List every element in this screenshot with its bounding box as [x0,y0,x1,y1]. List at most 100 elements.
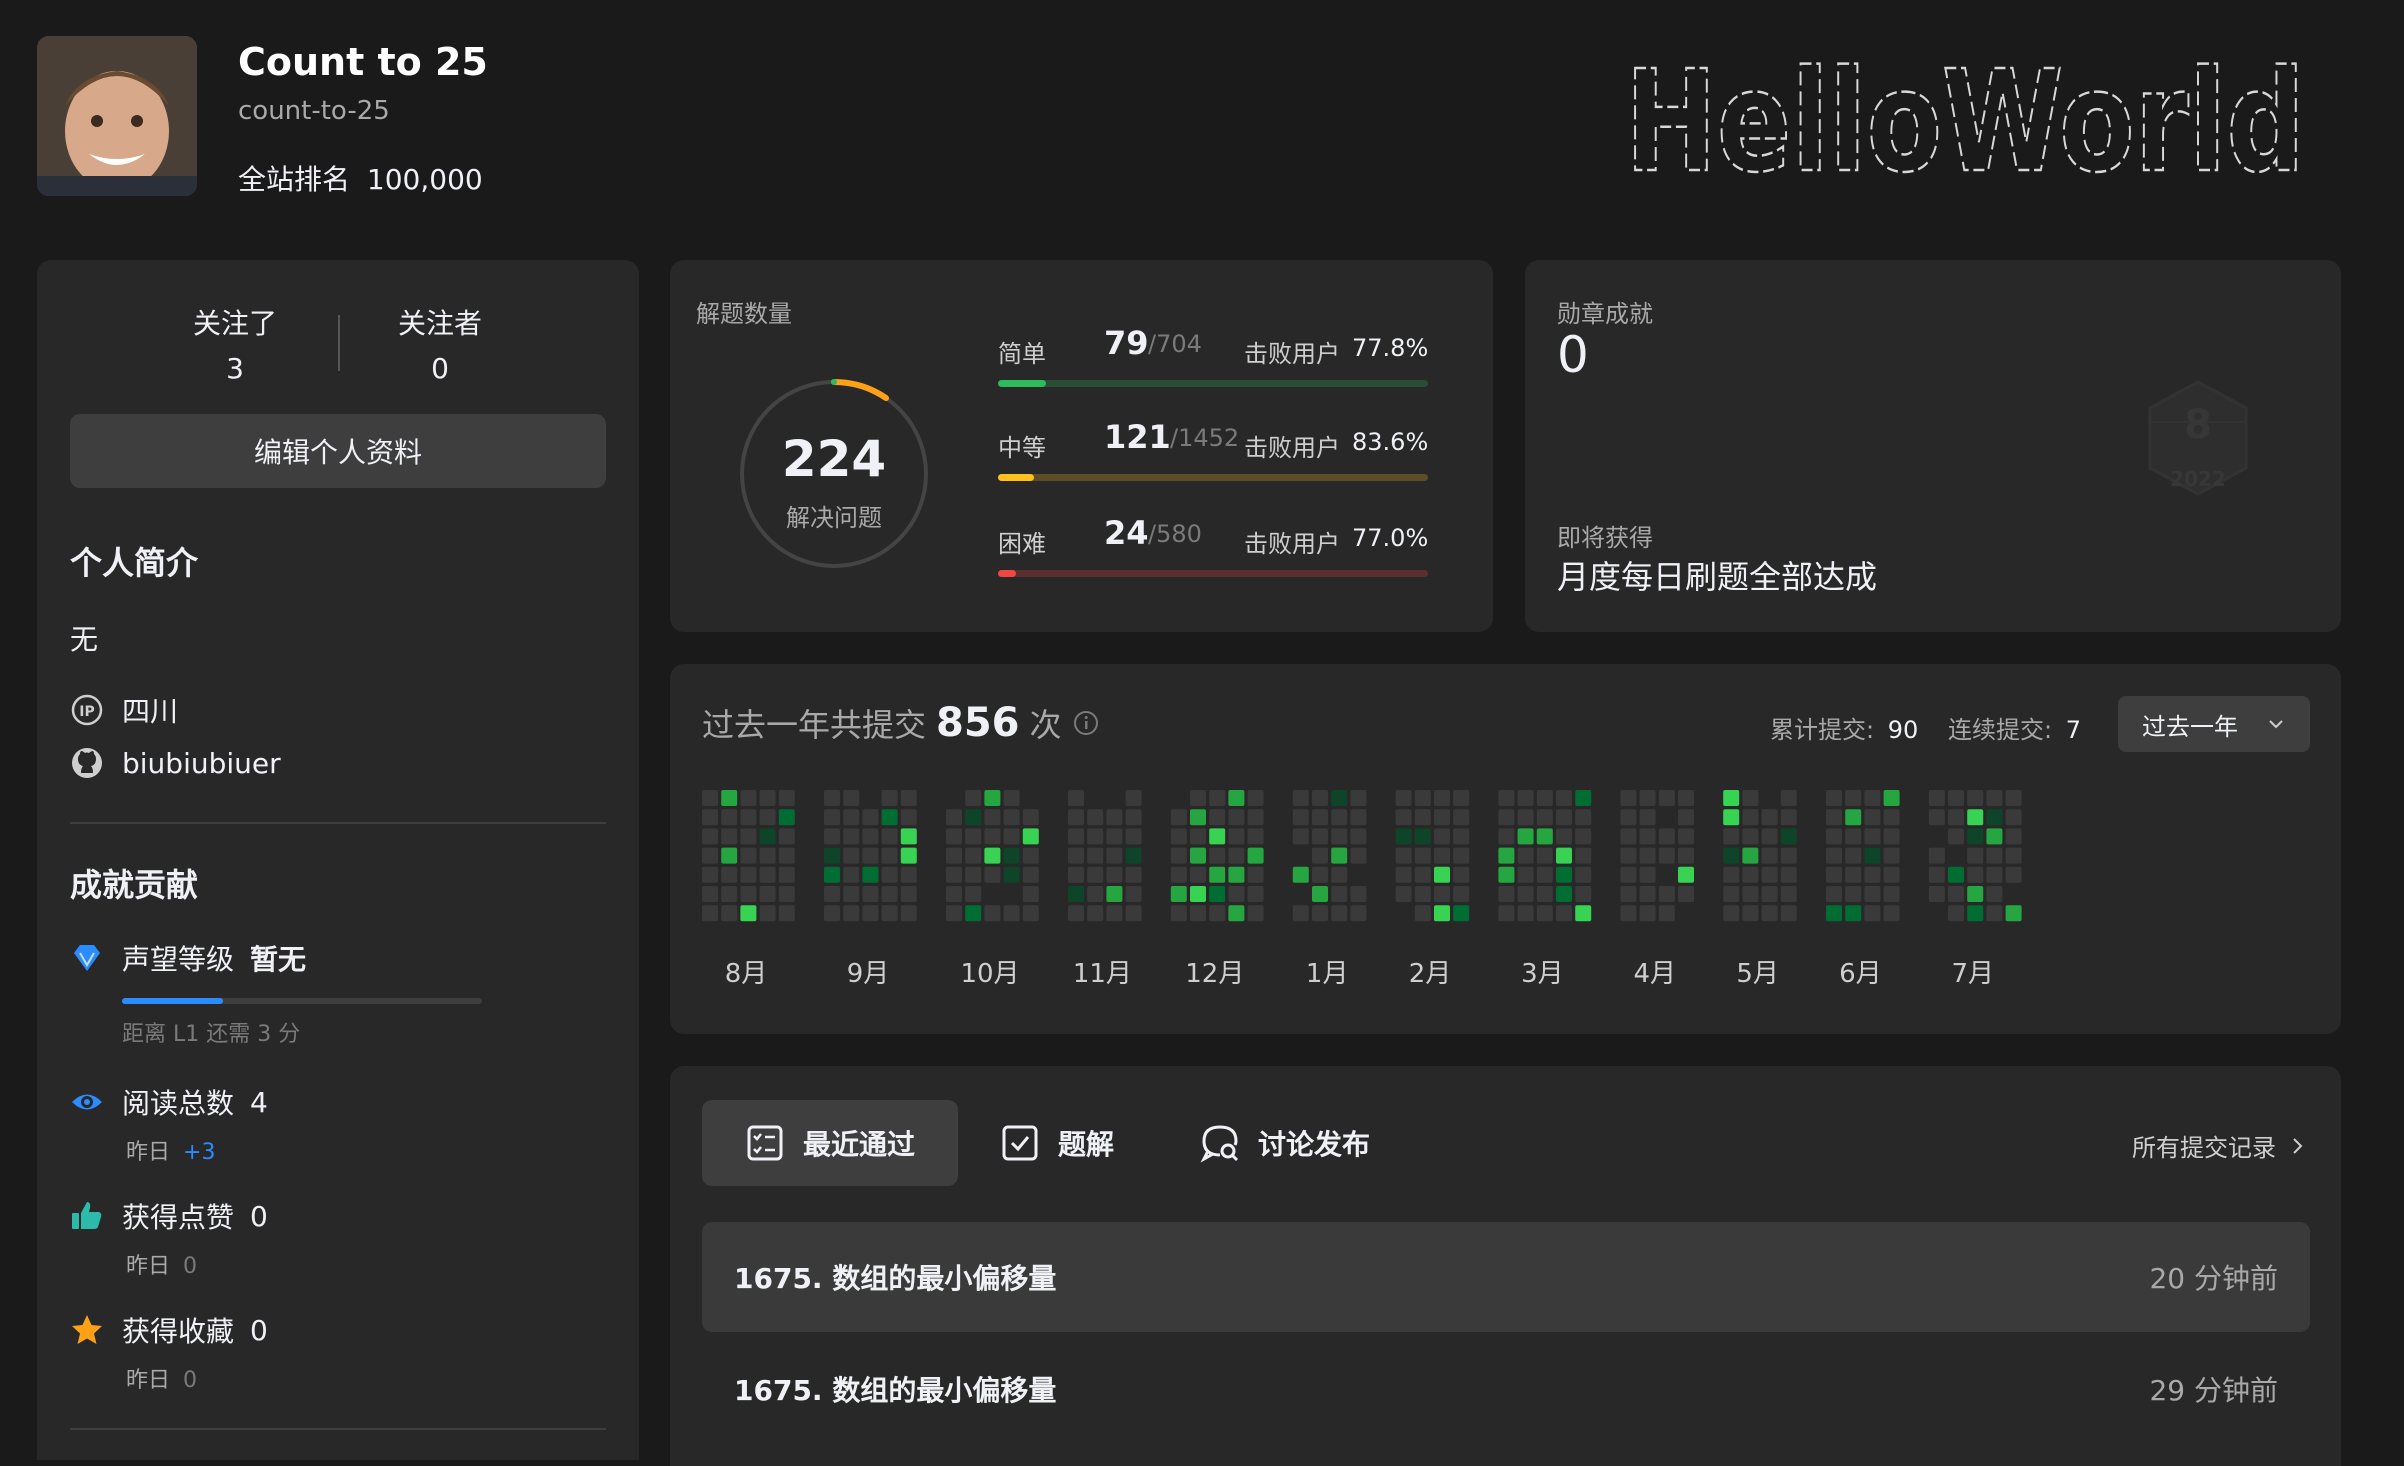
heatmap-cell[interactable] [1761,886,1778,902]
heatmap-cell[interactable] [1453,866,1470,883]
heatmap-cell[interactable] [862,828,879,845]
heatmap-cell[interactable] [1864,847,1881,864]
heatmap-cell[interactable] [1190,828,1206,845]
heatmap-cell[interactable] [1845,847,1862,864]
heatmap-cell[interactable] [1575,905,1592,922]
heatmap-cell[interactable] [1967,828,1984,845]
heatmap-cell[interactable] [778,886,795,902]
heatmap-cell[interactable] [1003,828,1020,845]
heatmap-cell[interactable] [965,866,982,883]
heatmap-cell[interactable] [1620,847,1637,864]
heatmap-cell[interactable] [862,886,879,902]
heatmap-cell[interactable] [740,847,757,864]
heatmap-cell[interactable] [1883,847,1900,864]
heatmap-cell[interactable] [1170,866,1187,883]
heatmap-cell[interactable] [2005,866,2022,883]
heatmap-cell[interactable] [1948,828,1964,845]
heatmap-cell[interactable] [1068,809,1084,826]
heatmap-cell[interactable] [1453,886,1470,902]
heatmap-cell[interactable] [1678,809,1694,826]
heatmap-cell[interactable] [1434,828,1450,845]
recent-row[interactable]: 1675. 数组的最小偏移量 20 分钟前 [702,1222,2310,1332]
heatmap-cell[interactable] [1106,866,1123,883]
heatmap-cell[interactable] [1536,828,1553,845]
heatmap-cell[interactable] [843,847,860,864]
heatmap-cell[interactable] [1620,866,1637,883]
heatmap-cell[interactable] [1312,886,1328,902]
heatmap-cell[interactable] [1517,905,1534,922]
heatmap-cell[interactable] [1350,790,1367,806]
heatmap-cell[interactable] [1190,790,1206,806]
heatmap-cell[interactable] [946,828,962,845]
heatmap-cell[interactable] [1780,790,1797,806]
heatmap-cell[interactable] [1312,847,1328,864]
heatmap-cell[interactable] [1575,866,1592,883]
followers[interactable]: 关注者 0 [375,302,505,385]
heatmap-cell[interactable] [1087,809,1104,826]
heatmap-cell[interactable] [1190,847,1206,864]
heatmap-cell[interactable] [1087,886,1104,902]
edit-profile-button[interactable]: 编辑个人资料 [70,414,606,488]
heatmap-cell[interactable] [1761,828,1778,845]
heatmap-cell[interactable] [843,790,860,806]
heatmap-cell[interactable] [1742,790,1759,806]
heatmap-cell[interactable] [1658,847,1675,864]
heatmap-cell[interactable] [984,828,1001,845]
heatmap-cell[interactable] [965,886,982,902]
tab-solutions[interactable]: 题解 [1000,1100,1130,1186]
heatmap-cell[interactable] [1331,886,1348,902]
heatmap-cell[interactable] [1928,866,1945,883]
heatmap-cell[interactable] [1658,790,1675,806]
heatmap-cell[interactable] [1967,847,1984,864]
heatmap-cell[interactable] [1170,847,1187,864]
heatmap-cell[interactable] [1826,828,1842,845]
heatmap-cell[interactable] [1761,905,1778,922]
heatmap-cell[interactable] [1414,790,1431,806]
heatmap-cell[interactable] [740,905,757,922]
heatmap-cell[interactable] [1864,790,1881,806]
heatmap-cell[interactable] [1350,886,1367,902]
heatmap-cell[interactable] [1658,828,1675,845]
heatmap-cell[interactable] [1826,866,1842,883]
heatmap-cell[interactable] [1395,886,1412,902]
heatmap-cell[interactable] [1864,809,1881,826]
heatmap-cell[interactable] [721,866,738,883]
heatmap-cell[interactable] [824,828,840,845]
heatmap-cell[interactable] [984,790,1001,806]
heatmap-cell[interactable] [1780,905,1797,922]
heatmap-cell[interactable] [759,828,776,845]
heatmap-cell[interactable] [1228,905,1245,922]
heatmap-cell[interactable] [1845,886,1862,902]
heatmap-cell[interactable] [1434,790,1450,806]
heatmap-cell[interactable] [843,866,860,883]
heatmap-cell[interactable] [1928,847,1945,864]
heatmap-cell[interactable] [1414,886,1431,902]
heatmap-cell[interactable] [965,847,982,864]
heatmap-cell[interactable] [1209,809,1226,826]
heatmap-cell[interactable] [900,866,917,883]
heatmap-cell[interactable] [881,847,898,864]
heatmap-cell[interactable] [1247,790,1264,806]
heatmap-cell[interactable] [1556,809,1572,826]
heatmap-cell[interactable] [1434,847,1450,864]
heatmap-cell[interactable] [1228,828,1245,845]
heatmap-cell[interactable] [1575,790,1592,806]
heatmap-cell[interactable] [1228,809,1245,826]
heatmap-cell[interactable] [1639,886,1656,902]
heatmap-cell[interactable] [1125,790,1142,806]
heatmap-cell[interactable] [1883,886,1900,902]
heatmap-cell[interactable] [1106,847,1123,864]
heatmap-cell[interactable] [1498,828,1515,845]
heatmap-cell[interactable] [2005,905,2022,922]
heatmap-cell[interactable] [740,809,757,826]
heatmap-cell[interactable] [1639,809,1656,826]
heatmap-cell[interactable] [1247,905,1264,922]
heatmap-cell[interactable] [1106,905,1123,922]
heatmap-cell[interactable] [1517,809,1534,826]
heatmap-cell[interactable] [1350,905,1367,922]
heatmap-cell[interactable] [1453,790,1470,806]
heatmap-cell[interactable] [900,905,917,922]
heatmap-cell[interactable] [984,809,1001,826]
heatmap-cell[interactable] [1003,866,1020,883]
heatmap-cell[interactable] [1967,886,1984,902]
